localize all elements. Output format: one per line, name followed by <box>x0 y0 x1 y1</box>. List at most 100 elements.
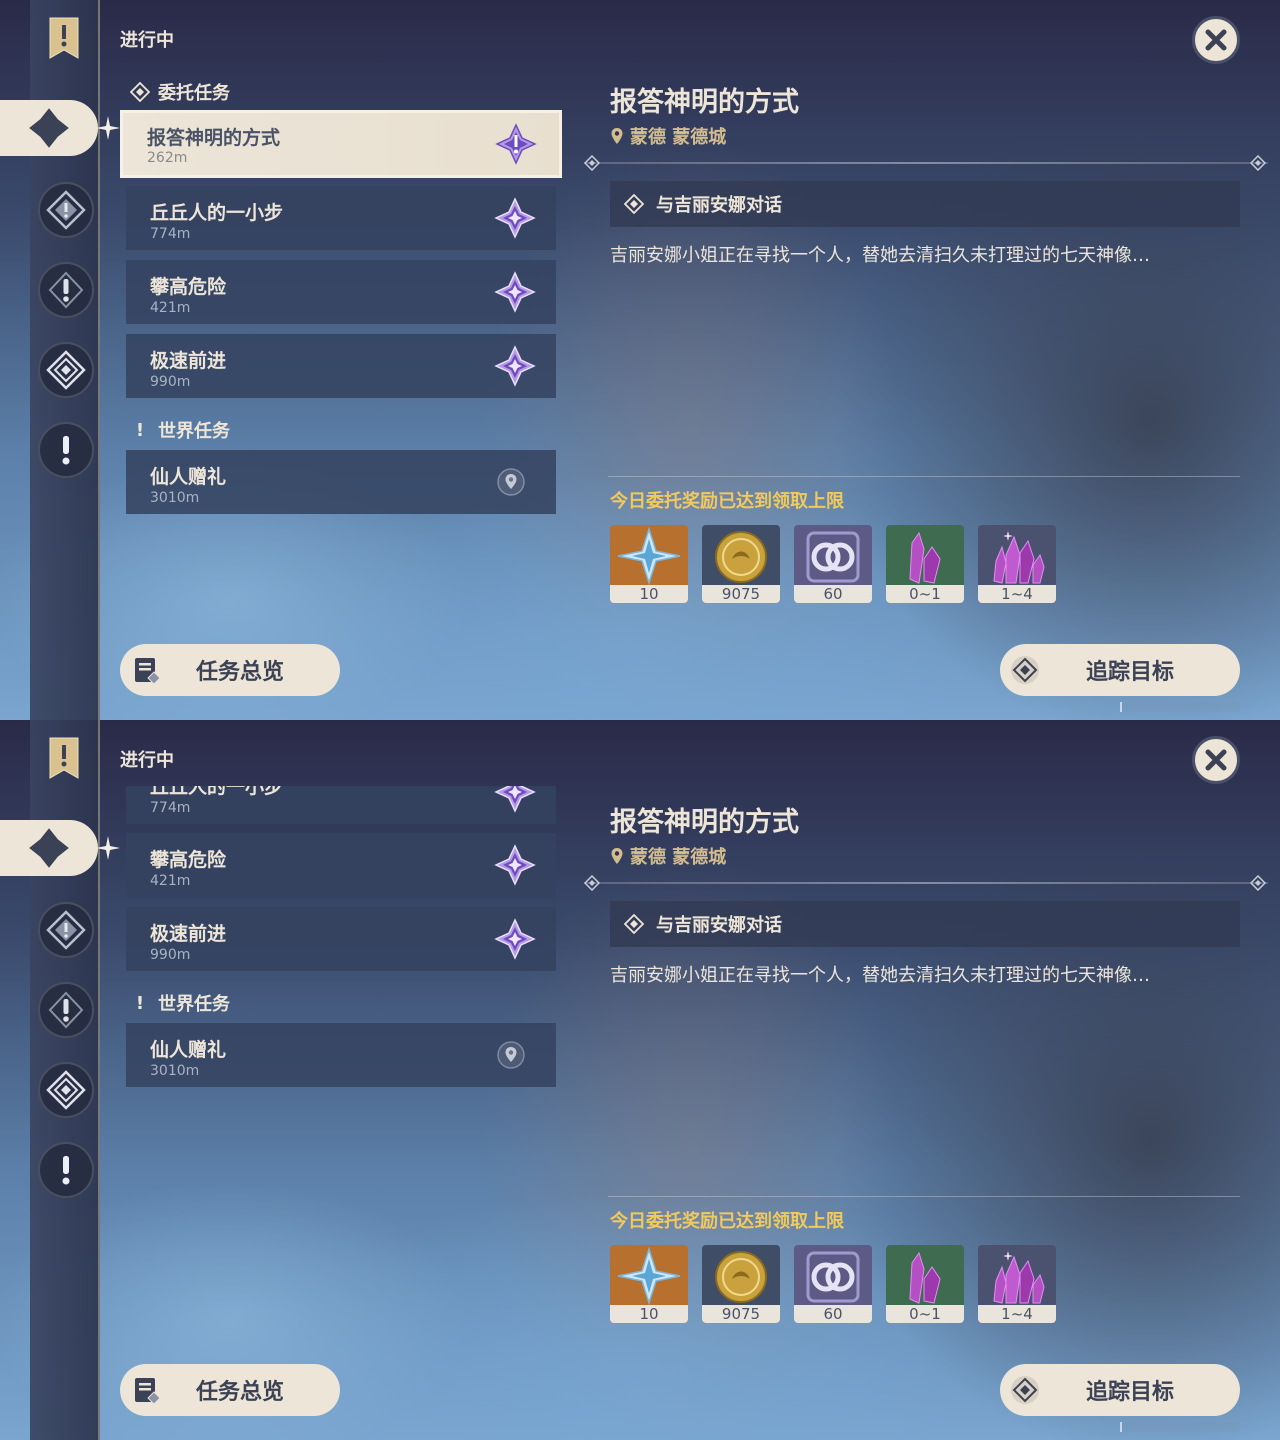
world-exclaim-icon: ! <box>135 992 145 1014</box>
quest-list[interactable]: 委托任务 报答神明的方式 262m 丘丘人的一小步 774m 攀高危险 421m… <box>120 0 564 720</box>
objective-text: 与吉丽安娜对话 <box>656 915 782 936</box>
category-world: ! 世界任务 <box>130 990 230 1016</box>
rail-tab-story[interactable] <box>38 982 94 1038</box>
close-button[interactable] <box>1192 16 1240 64</box>
commission-quest-icon <box>494 918 536 960</box>
quest-overview-button[interactable]: 任务总览 <box>120 644 340 696</box>
sparkle-icon <box>96 836 120 860</box>
reward-item[interactable]: 0~1 <box>886 1245 964 1323</box>
location-pin-icon <box>496 1040 526 1070</box>
divider-ornament-icon <box>1250 875 1266 891</box>
quest-list[interactable]: 丘丘人的一小步 774m 攀高危险 421m 极速前进 990m ! 世界任务 … <box>120 776 564 1440</box>
location-pin-icon <box>496 467 526 497</box>
category-label: 世界任务 <box>158 421 230 442</box>
quest-item[interactable]: 极速前进 990m <box>126 907 556 971</box>
quest-distance: 3010m <box>150 490 200 506</box>
quest-distance: 990m <box>150 947 191 963</box>
overview-label: 任务总览 <box>196 1380 285 1405</box>
quest-title: 攀高危险 <box>150 849 227 871</box>
quest-distance: 262m <box>147 150 188 166</box>
divider-ornament-icon <box>584 875 600 891</box>
quest-item[interactable]: 丘丘人的一小步 774m <box>126 186 556 250</box>
reward-item[interactable]: 1~4 <box>978 1245 1056 1323</box>
quest-item[interactable]: 攀高危险 421m <box>126 833 556 897</box>
rail-tab-event[interactable] <box>38 342 94 398</box>
commission-quest-icon <box>494 844 536 886</box>
rail-tab-archon[interactable] <box>38 902 94 958</box>
track-target-button[interactable]: 追踪目标 <box>1000 644 1240 696</box>
quest-distance: 990m <box>150 374 191 390</box>
status-label: 进行中 <box>120 750 174 771</box>
quest-distance: 774m <box>150 800 191 816</box>
event-quest-icon <box>46 350 86 390</box>
track-target-button[interactable]: 追踪目标 <box>1000 1364 1240 1416</box>
archon-quest-icon <box>46 190 86 230</box>
quest-screen-top: 进行中 委托任务 报答神明的方式 262m 丘丘人的一小步 774m 攀高危险 … <box>0 0 1280 720</box>
world-quest-icon <box>46 430 86 470</box>
quest-screen-bottom: 进行中 丘丘人的一小步 774m 攀高危险 421m 极速前进 990m ! 世… <box>0 720 1280 1440</box>
location-icon <box>610 847 624 865</box>
divider <box>608 1196 1240 1197</box>
reward-item[interactable]: 60 <box>794 525 872 603</box>
scroll-indicator <box>1120 1422 1240 1432</box>
quest-distance: 3010m <box>150 1063 200 1079</box>
rail-tab-world[interactable] <box>38 1142 94 1198</box>
reward-item[interactable]: 0~1 <box>886 525 964 603</box>
world-quest-icon <box>46 1150 86 1190</box>
reward-item[interactable]: 10 <box>610 1245 688 1323</box>
reward-count: 1~4 <box>978 585 1056 603</box>
rail-tab-story[interactable] <box>38 262 94 318</box>
reward-limit-notice: 今日委托奖励已达到领取上限 <box>610 491 844 512</box>
category-commission: 委托任务 <box>130 79 230 105</box>
reward-item[interactable]: 1~4 <box>978 525 1056 603</box>
quest-location: 蒙德 蒙德城 <box>610 123 726 149</box>
overview-label: 任务总览 <box>196 660 285 685</box>
quest-overview-button[interactable]: 任务总览 <box>120 1364 340 1416</box>
rail-tab-archon[interactable] <box>38 182 94 238</box>
rail-tab-event[interactable] <box>38 1062 94 1118</box>
quest-item[interactable]: 仙人赠礼 3010m <box>126 450 556 514</box>
overview-icon <box>132 655 162 685</box>
location-text: 蒙德 蒙德城 <box>630 127 727 148</box>
reward-count: 9075 <box>702 1305 780 1323</box>
quest-item[interactable]: 仙人赠礼 3010m <box>126 1023 556 1087</box>
friendship-exp-icon <box>794 1245 872 1307</box>
world-exclaim-icon: ! <box>135 419 145 441</box>
crystal-cluster-icon <box>978 1245 1056 1307</box>
quest-title: 攀高危险 <box>150 276 227 298</box>
reward-count: 1~4 <box>978 1305 1056 1323</box>
rail-tab-commission[interactable] <box>0 820 98 876</box>
quest-title: 仙人赠礼 <box>150 466 227 488</box>
rail-tab-commission[interactable] <box>0 100 98 156</box>
quest-banner-icon <box>48 16 80 60</box>
objective-text: 与吉丽安娜对话 <box>656 195 782 216</box>
friendship-exp-icon <box>794 525 872 587</box>
quest-item[interactable]: 报答神明的方式 262m <box>120 110 562 178</box>
quest-title: 丘丘人的一小步 <box>150 202 284 224</box>
commission-quest-icon <box>494 345 536 387</box>
quest-title: 丘丘人的一小步 <box>150 776 284 798</box>
rail-tab-world[interactable] <box>38 422 94 478</box>
reward-item[interactable]: 9075 <box>702 525 780 603</box>
track-icon <box>1010 1375 1040 1405</box>
track-label: 追踪目标 <box>1086 1380 1175 1405</box>
location-text: 蒙德 蒙德城 <box>630 847 727 868</box>
reward-count: 60 <box>794 585 872 603</box>
commission-quest-icon <box>494 271 536 313</box>
reward-count: 9075 <box>702 585 780 603</box>
track-label: 追踪目标 <box>1086 660 1175 685</box>
quest-item[interactable]: 丘丘人的一小步 774m <box>126 776 556 824</box>
quest-item[interactable]: 攀高危险 421m <box>126 260 556 324</box>
close-button[interactable] <box>1192 736 1240 784</box>
close-icon <box>1201 25 1231 55</box>
primogem-icon <box>610 525 688 587</box>
close-icon <box>1201 745 1231 775</box>
divider <box>584 882 1268 884</box>
quest-item[interactable]: 极速前进 990m <box>126 334 556 398</box>
reward-limit-notice: 今日委托奖励已达到领取上限 <box>610 1211 844 1232</box>
reward-item[interactable]: 10 <box>610 525 688 603</box>
reward-item[interactable]: 9075 <box>702 1245 780 1323</box>
objective-diamond-icon <box>624 914 644 934</box>
reward-item[interactable]: 60 <box>794 1245 872 1323</box>
story-quest-icon <box>46 270 86 310</box>
